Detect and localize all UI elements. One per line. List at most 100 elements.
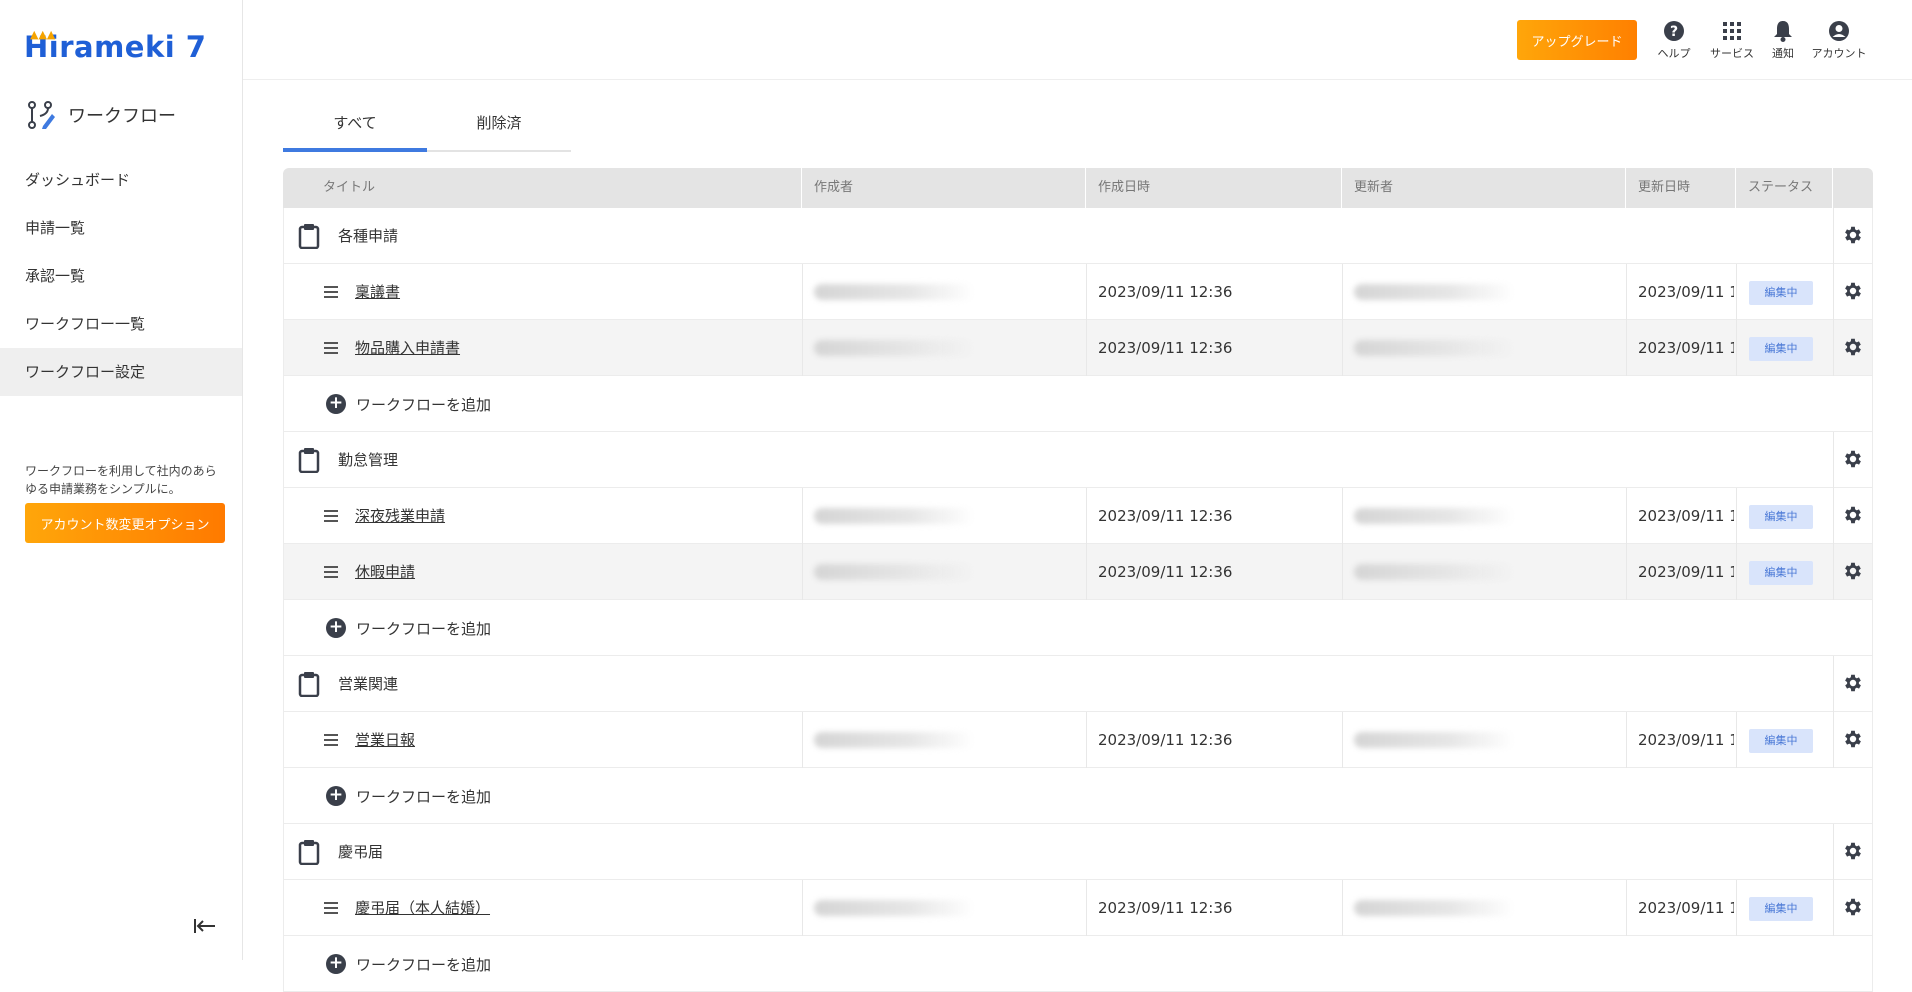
column-divider [1626,488,1627,544]
drag-handle-icon[interactable] [324,734,338,749]
account-button[interactable]: アカウント [1809,20,1869,61]
group-row: 慶弔届 [283,824,1873,880]
clipboard-icon [298,671,320,701]
table-row[interactable]: 物品購入申請書 2023/09/11 12:36 2023/09/11 12:36 編… [283,320,1873,376]
creator-redacted [814,340,974,356]
column-divider [1626,264,1627,320]
app-section-title: ワークフロー [26,100,176,130]
column-divider [802,264,803,320]
table-row[interactable]: 深夜残業申請 2023/09/11 12:36 2023/09/11 12:36 編集… [283,488,1873,544]
help-icon: ? [1664,21,1684,41]
column-divider [1833,320,1834,376]
add-workflow-row: + ワークフローを追加 [283,936,1873,992]
group-row: 勤怠管理 [283,432,1873,488]
sidebar-item[interactable]: ワークフロー設定 [0,348,242,396]
tab-all[interactable]: すべて [283,106,427,152]
notifications-button[interactable]: 通知 [1753,20,1813,61]
group-title: 各種申請 [338,227,399,245]
gear-icon[interactable] [1842,672,1864,698]
collapse-sidebar-icon[interactable] [193,915,217,940]
updated-at: 2023/09/11 12:36 [1638,283,1734,301]
drag-handle-icon[interactable] [324,510,338,525]
gear-icon[interactable] [1842,280,1864,306]
created-at: 2023/09/11 12:36 [1098,339,1233,357]
account-icon [1829,21,1849,41]
tab-deleted[interactable]: 削除済 [427,106,571,152]
drag-handle-icon[interactable] [324,902,338,917]
clipboard-icon [298,839,320,869]
status-badge: 編集中 [1749,729,1813,753]
gear-icon[interactable] [1842,504,1864,530]
table-body: 各種申請稟議書 2023/09/11 12:36 2023/09/11 12:36 編… [283,208,1873,992]
add-workflow-button[interactable]: + ワークフローを追加 [326,600,491,656]
column-divider [1342,712,1343,768]
add-workflow-button[interactable]: + ワークフローを追加 [326,376,491,432]
app-logo[interactable]: ▲▲▲ Hirameki 7 [24,28,206,64]
updated-at: 2023/09/11 12:36 [1638,339,1734,357]
created-at: 2023/09/11 12:36 [1098,283,1233,301]
add-workflow-button[interactable]: + ワークフローを追加 [326,936,491,992]
col-updated-at[interactable]: 更新日時 [1625,168,1690,208]
sidebar-item[interactable]: 申請一覧 [0,204,242,252]
column-divider [1833,208,1834,264]
col-creator[interactable]: 作成者 [801,168,853,208]
clipboard-icon [298,447,320,477]
updater-redacted [1354,284,1514,300]
table-row[interactable]: 稟議書 2023/09/11 12:36 2023/09/11 12:36 編集中 [283,264,1873,320]
table-row[interactable]: 休暇申請 2023/09/11 12:36 2023/09/11 12:36 編集中 [283,544,1873,600]
gear-icon[interactable] [1842,224,1864,250]
column-divider [1736,264,1737,320]
status-badge: 編集中 [1749,897,1813,921]
sidebar-nav: ダッシュボード 申請一覧 承認一覧 ワークフロー一覧 ワークフロー設定 [0,156,242,396]
table-row[interactable]: 慶弔届（本人結婚） 2023/09/11 12:36 2023/09/11 12:3… [283,880,1873,936]
col-created-at[interactable]: 作成日時 [1085,168,1150,208]
plus-icon: + [326,394,346,414]
updater-redacted [1354,900,1514,916]
workflow-title-link[interactable]: 深夜残業申請 [355,488,445,544]
updater-redacted [1354,508,1514,524]
drag-handle-icon[interactable] [324,566,338,581]
gear-icon[interactable] [1842,560,1864,586]
column-divider [1833,824,1834,880]
column-divider [1626,544,1627,600]
gear-icon[interactable] [1842,448,1864,474]
column-divider [802,880,803,936]
svg-text:?: ? [1670,24,1678,40]
column-divider [1736,880,1737,936]
gear-icon[interactable] [1842,896,1864,922]
column-divider [1342,544,1343,600]
workflow-title-link[interactable]: 休暇申請 [355,544,415,600]
workflow-title-link[interactable]: 稟議書 [355,264,400,320]
drag-handle-icon[interactable] [324,342,338,357]
creator-redacted [814,732,974,748]
help-button[interactable]: ? ヘルプ [1644,20,1704,61]
status-badge: 編集中 [1749,337,1813,361]
workflow-title-link[interactable]: 物品購入申請書 [355,320,460,376]
table-row[interactable]: 営業日報 2023/09/11 12:36 2023/09/11 12:36 編集中 [283,712,1873,768]
drag-handle-icon[interactable] [324,286,338,301]
sidebar-item[interactable]: 承認一覧 [0,252,242,300]
status-badge: 編集中 [1749,281,1813,305]
workflow-title-link[interactable]: 営業日報 [355,712,415,768]
col-updater[interactable]: 更新者 [1341,168,1393,208]
updated-at: 2023/09/11 12:36 [1638,731,1734,749]
gear-icon[interactable] [1842,728,1864,754]
column-divider [1833,880,1834,936]
table-header: タイトル 作成者 作成日時 更新者 更新日時 ステータス [283,168,1873,208]
gear-icon[interactable] [1842,336,1864,362]
created-at: 2023/09/11 12:36 [1098,731,1233,749]
col-title[interactable]: タイトル [311,168,375,208]
add-workflow-button[interactable]: + ワークフローを追加 [326,768,491,824]
gear-icon[interactable] [1842,840,1864,866]
upgrade-button[interactable]: アップグレード [1517,20,1637,60]
column-divider [1736,712,1737,768]
clipboard-icon [298,223,320,253]
account-option-button[interactable]: アカウント数変更オプション [25,503,225,543]
updated-at: 2023/09/11 12:36 [1638,899,1734,917]
column-divider [1086,264,1087,320]
workflow-title-link[interactable]: 慶弔届（本人結婚） [355,880,490,936]
column-divider [1086,320,1087,376]
col-status[interactable]: ステータス [1735,168,1813,208]
sidebar-item[interactable]: ワークフロー一覧 [0,300,242,348]
sidebar-item[interactable]: ダッシュボード [0,156,242,204]
